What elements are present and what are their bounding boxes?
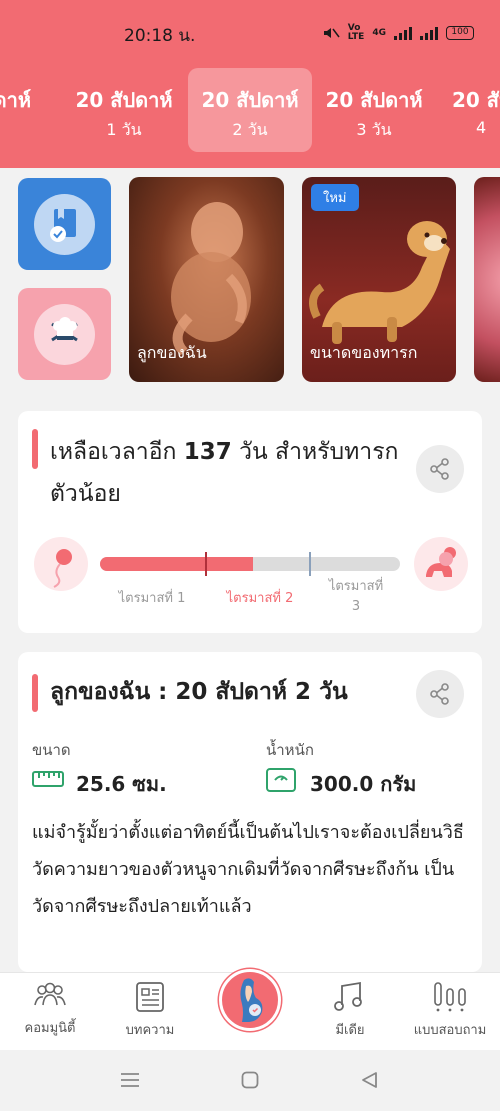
share-button[interactable]	[416, 670, 464, 718]
community-icon	[34, 982, 66, 1006]
nav-articles-label: บทความ	[125, 1023, 175, 1038]
trimester-3-label: ไตรมาสที่ 3	[306, 577, 406, 617]
header: 20:18 น. VoLTE 4G 100 ปดาห์ 20 สัปดาห์ 1…	[0, 0, 500, 168]
accent-bar	[32, 674, 38, 712]
countdown-title: เหลือเวลาอีก 137 วัน สำหรับทารกตัวน้อย	[50, 431, 410, 515]
baby-info-description: แม่จำรู้มั้ยว่าตั้งแต่อาทิตย์นี้เป็นต้นไ…	[32, 822, 464, 917]
recipe-tile[interactable]	[18, 288, 111, 380]
scale-icon	[266, 768, 296, 792]
countdown-prefix: เหลือเวลาอีก	[50, 439, 184, 465]
back-icon[interactable]	[360, 1071, 378, 1089]
my-baby-card[interactable]: ลูกของฉัน	[129, 177, 284, 382]
baby-size-card[interactable]: ใหม่ ขนาดของทารก	[302, 177, 456, 382]
chef-hat-icon	[51, 317, 78, 342]
size-label: ขนาด	[32, 741, 71, 759]
nav-quiz[interactable]: แบบสอบถาม	[400, 981, 500, 1040]
day-tab-prev[interactable]: ปดาห์	[0, 68, 68, 152]
day-tab-2-selected[interactable]: 20 สัปดาห์ 2 วัน	[188, 68, 312, 152]
trimester-progress	[100, 557, 400, 571]
nav-media-label: มีเดีย	[335, 1023, 365, 1038]
nav-pregnancy-home[interactable]	[219, 969, 281, 1031]
day-tab-week: 20 สัปดาห์	[75, 88, 173, 112]
day-tab-3[interactable]: 20 สัปดาห์ 3 วัน	[312, 68, 436, 152]
trimester-1-marker	[205, 552, 207, 576]
nav-community-label: คอมมูนิตี้	[24, 1021, 76, 1036]
trimester-progress-fill	[100, 557, 253, 571]
volte-icon: Vo LTE	[347, 23, 365, 42]
bottom-nav: คอมมูนิตี้ บทความ มีเดีย แบบสอบถาม	[0, 969, 500, 1050]
share-icon	[430, 683, 449, 705]
next-feature-card[interactable]	[474, 177, 500, 382]
share-icon	[430, 458, 449, 480]
nav-community[interactable]: คอมมูนิตี้	[0, 981, 100, 1038]
nav-articles[interactable]: บทความ	[100, 981, 200, 1040]
weight-value: 300.0 กรัม	[310, 772, 417, 796]
status-icons: Vo LTE 4G 100	[322, 24, 474, 42]
day-tab-day: 3 วัน	[356, 120, 392, 139]
trimester-3-label-line2: 3	[351, 599, 361, 614]
day-tab-week: 20 สัปดาห์	[201, 88, 299, 112]
weight-label: น้ำหนัก	[266, 741, 314, 759]
day-tab-week: ปดาห์	[0, 88, 32, 112]
day-tab-week: 20 สัป	[452, 88, 500, 112]
share-button[interactable]	[416, 445, 464, 493]
countdown-card: เหลือเวลาอีก 137 วัน สำหรับทารกตัวน้อย ไ…	[18, 411, 482, 633]
status-time: 20:18 น.	[124, 26, 196, 46]
day-tabs: ปดาห์ 20 สัปดาห์ 1 วัน 20 สัปดาห์ 2 วัน …	[0, 68, 500, 152]
my-baby-card-label: ลูกของฉัน	[137, 343, 207, 362]
music-note-icon	[334, 981, 362, 1011]
day-tab-day: 2 วัน	[232, 120, 268, 139]
article-icon	[136, 982, 164, 1012]
quiz-icon	[434, 982, 466, 1012]
sperm-icon	[34, 537, 88, 591]
menu-icon[interactable]	[120, 1072, 140, 1088]
day-tab-1[interactable]: 20 สัปดาห์ 1 วัน	[62, 68, 186, 152]
trimester-2-label: ไตรมาสที่ 2	[226, 591, 294, 606]
baby-size-card-label: ขนาดของทารก	[310, 343, 418, 362]
new-badge: ใหม่	[311, 184, 359, 211]
ruler-icon	[32, 771, 64, 787]
home-icon[interactable]	[241, 1071, 259, 1089]
network-type: 4G	[372, 28, 386, 38]
trimester-1-label: ไตรมาสที่ 1	[118, 591, 186, 606]
size-value: 25.6 ซม.	[76, 772, 167, 796]
day-tab-4[interactable]: 20 สัป 4	[448, 68, 500, 152]
nav-media[interactable]: มีเดีย	[300, 981, 400, 1040]
baby-crawl-icon	[414, 537, 468, 591]
nav-quiz-label: แบบสอบถาม	[413, 1023, 487, 1038]
accent-bar	[32, 429, 38, 469]
signal-icon	[394, 26, 412, 40]
day-tab-day: 1 วัน	[106, 120, 142, 139]
signal-icon-2	[420, 26, 438, 40]
countdown-days: 137	[183, 439, 232, 465]
system-nav-bar	[0, 1050, 500, 1111]
baby-info-card: ลูกของฉัน : 20 สัปดาห์ 2 วัน ขนาด 25.6 ซ…	[18, 652, 482, 972]
pregnant-woman-icon	[240, 978, 263, 1022]
trimester-2-marker	[309, 552, 311, 576]
day-tab-week: 20 สัปดาห์	[325, 88, 423, 112]
status-bar: 20:18 น. Vo LTE 4G 100	[0, 0, 500, 60]
mute-icon	[323, 28, 340, 38]
trimester-3-label-line1: ไตรมาสที่	[328, 579, 384, 594]
day-tab-day: 4	[476, 118, 487, 137]
diary-tile[interactable]	[18, 178, 111, 270]
baby-info-title: ลูกของฉัน : 20 สัปดาห์ 2 วัน	[50, 679, 348, 705]
book-check-icon	[50, 209, 76, 242]
battery-icon: 100	[446, 26, 474, 40]
